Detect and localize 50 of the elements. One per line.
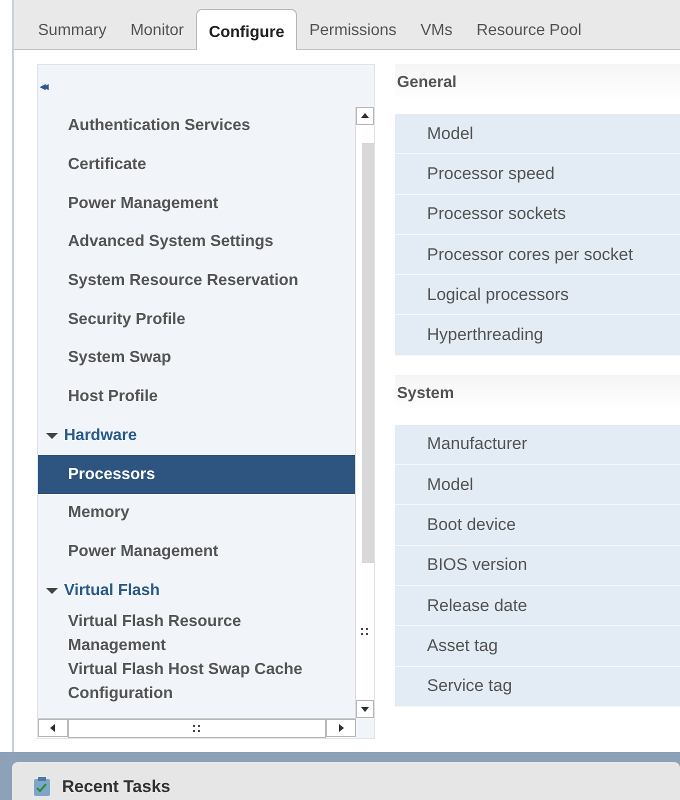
nav-item[interactable]: Processors <box>38 455 355 494</box>
nav-item[interactable]: Certificate <box>38 146 355 184</box>
tab[interactable]: VMs <box>408 10 464 50</box>
nav-item[interactable]: Virtual Flash Host Swap Cache Configuration <box>38 658 355 706</box>
nav-item[interactable]: Security Profile <box>38 300 355 340</box>
property-label: BIOS version <box>395 546 680 586</box>
group-label: Virtual Flash <box>64 582 160 600</box>
property-label: Model <box>395 114 680 154</box>
nav-item[interactable]: Power Management <box>38 184 355 224</box>
nav-item[interactable]: Host Profile <box>38 378 355 416</box>
property-label: Logical processors <box>395 275 680 316</box>
property-label: Asset tag <box>395 626 680 667</box>
vertical-scrollbar[interactable] <box>355 107 374 718</box>
property-label: Manufacturer <box>395 424 680 466</box>
nav-item[interactable]: Power Management <box>38 532 355 572</box>
nav-item[interactable]: System Swap <box>38 339 355 378</box>
recent-tasks-bar[interactable]: Recent Tasks <box>12 762 680 800</box>
tab[interactable]: Monitor <box>118 10 196 50</box>
property-label: Service tag <box>395 666 680 707</box>
property-label: Release date <box>395 586 680 626</box>
arrow-down-icon <box>360 704 370 714</box>
horizontal-scrollbar[interactable] <box>38 718 356 738</box>
nav-item[interactable]: Advanced System Settings <box>38 223 355 262</box>
arrow-up-icon <box>360 111 370 121</box>
arrow-left-icon <box>48 723 58 733</box>
property-label: Hyperthreading <box>395 315 680 356</box>
property-label: Model <box>395 465 680 506</box>
nav-item[interactable]: Virtual Flash Resource Management <box>38 610 355 658</box>
property-label: Processor sockets <box>395 194 680 235</box>
property-label: Processor speed <box>395 154 680 195</box>
nav-group[interactable]: Hardware <box>38 416 355 456</box>
expand-caret-icon[interactable] <box>46 432 58 440</box>
tab[interactable]: Configure <box>196 9 298 50</box>
grip-icon[interactable] <box>361 628 369 636</box>
clipboard-icon <box>32 776 52 796</box>
nav-group[interactable]: Virtual Flash <box>38 571 355 610</box>
tab[interactable]: Summary <box>26 10 118 50</box>
nav-item[interactable]: Authentication Services <box>38 107 355 146</box>
collapse-button[interactable]: ◂◂ <box>40 80 46 92</box>
tab[interactable]: Resource Pool <box>464 10 594 50</box>
nav-item[interactable]: Memory <box>38 494 355 533</box>
tab[interactable]: Permissions <box>297 10 408 50</box>
grip-icon[interactable] <box>193 724 201 732</box>
property-label: Boot device <box>395 505 680 546</box>
recent-tasks-title: Recent Tasks <box>62 778 170 796</box>
group-label: Hardware <box>64 426 137 445</box>
property-label: Processor cores per socket <box>395 234 680 276</box>
nav-item[interactable]: System Resource Reservation <box>38 262 355 300</box>
expand-caret-icon[interactable] <box>46 586 58 595</box>
arrow-right-icon <box>336 723 346 733</box>
